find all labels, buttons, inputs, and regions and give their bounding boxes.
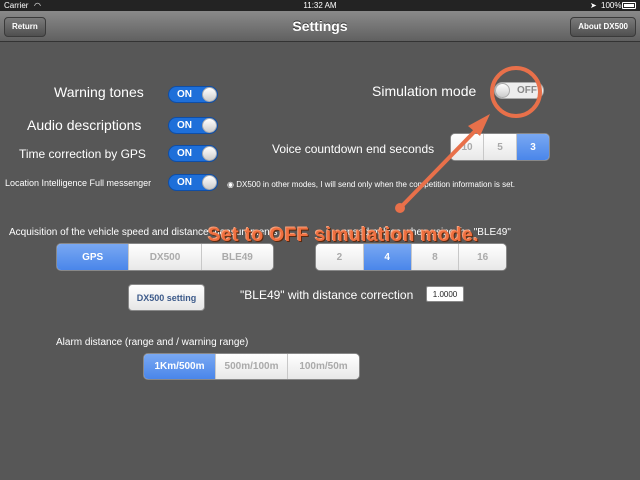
speed-pulses-option-16[interactable]: 16 [459,244,506,270]
alarm-distance-option-1km[interactable]: 1Km/500m [144,354,216,379]
location-note: ◉ DX500 in other modes, I will send only… [227,180,515,189]
acquisition-segmented: GPS DX500 BLE49 [56,243,274,271]
voice-countdown-option-10[interactable]: 10 [451,134,484,160]
speed-pulses-segmented: 2 4 8 16 [315,243,507,271]
acquisition-option-dx500[interactable]: DX500 [129,244,202,270]
toggle-state: ON [177,89,192,100]
simulation-mode-toggle[interactable]: OFF [494,82,544,99]
toggle-knob [202,146,217,161]
about-button[interactable]: About DX500 [570,17,636,37]
simulation-mode-label: Simulation mode [372,83,477,99]
time-correction-label: Time correction by GPS [19,147,146,161]
warning-tones-toggle[interactable]: ON [168,86,218,103]
location-note-text: DX500 in other modes, I will send only w… [236,180,516,189]
annotation-text: Set to OFF simulation mode. [208,225,480,246]
battery-icon [622,2,636,9]
acquisition-option-gps[interactable]: GPS [57,244,130,270]
location-intelligence-toggle[interactable]: ON [168,174,218,191]
location-arrow-icon: ➤ [590,1,597,10]
acquisition-option-ble49[interactable]: BLE49 [201,244,273,270]
toggle-state: ON [177,148,192,159]
voice-countdown-option-5[interactable]: 5 [484,134,517,160]
audio-descriptions-toggle[interactable]: ON [168,117,218,134]
alarm-distance-option-100m[interactable]: 100m/50m [288,354,359,379]
alarm-distance-segmented: 1Km/500m 500m/100m 100m/50m [143,353,360,380]
audio-descriptions-label: Audio descriptions [27,117,142,133]
page-title: Settings [292,18,348,34]
annotation-arrow-tail [395,203,405,213]
navigation-bar: Return Settings About DX500 [0,11,640,42]
note-bullet-icon: ◉ [227,180,237,189]
toggle-state: ON [177,177,192,188]
toggle-state: ON [177,120,192,131]
ble49-correction-label: "BLE49" with distance correction [240,288,414,302]
time-correction-toggle[interactable]: ON [168,145,218,162]
speed-pulses-option-2[interactable]: 2 [316,244,364,270]
alarm-distance-label: Alarm distance (range and / warning rang… [56,337,249,348]
speed-pulses-option-8[interactable]: 8 [411,244,460,270]
ble49-correction-input[interactable]: 1.0000 [426,286,464,302]
clock: 11:32 AM [303,1,337,10]
toggle-knob [495,83,510,98]
dx500-setting-button[interactable]: DX500 setting [128,284,205,311]
toggle-knob [202,118,217,133]
voice-countdown-option-3[interactable]: 3 [517,134,549,160]
battery-percent: 100% [601,1,622,10]
status-bar: Carrier ◠ 11:32 AM ➤ 100% [0,0,640,11]
speed-pulses-option-4[interactable]: 4 [363,244,412,270]
voice-countdown-segmented: 10 5 3 [450,133,550,161]
voice-countdown-label: Voice countdown end seconds [272,142,435,156]
toggle-knob [202,87,217,102]
toggle-state: OFF [517,85,537,96]
alarm-distance-option-500m[interactable]: 500m/100m [216,354,288,379]
warning-tones-label: Warning tones [54,84,144,100]
toggle-knob [202,175,217,190]
location-intelligence-label: Location Intelligence Full messenger [5,178,152,188]
